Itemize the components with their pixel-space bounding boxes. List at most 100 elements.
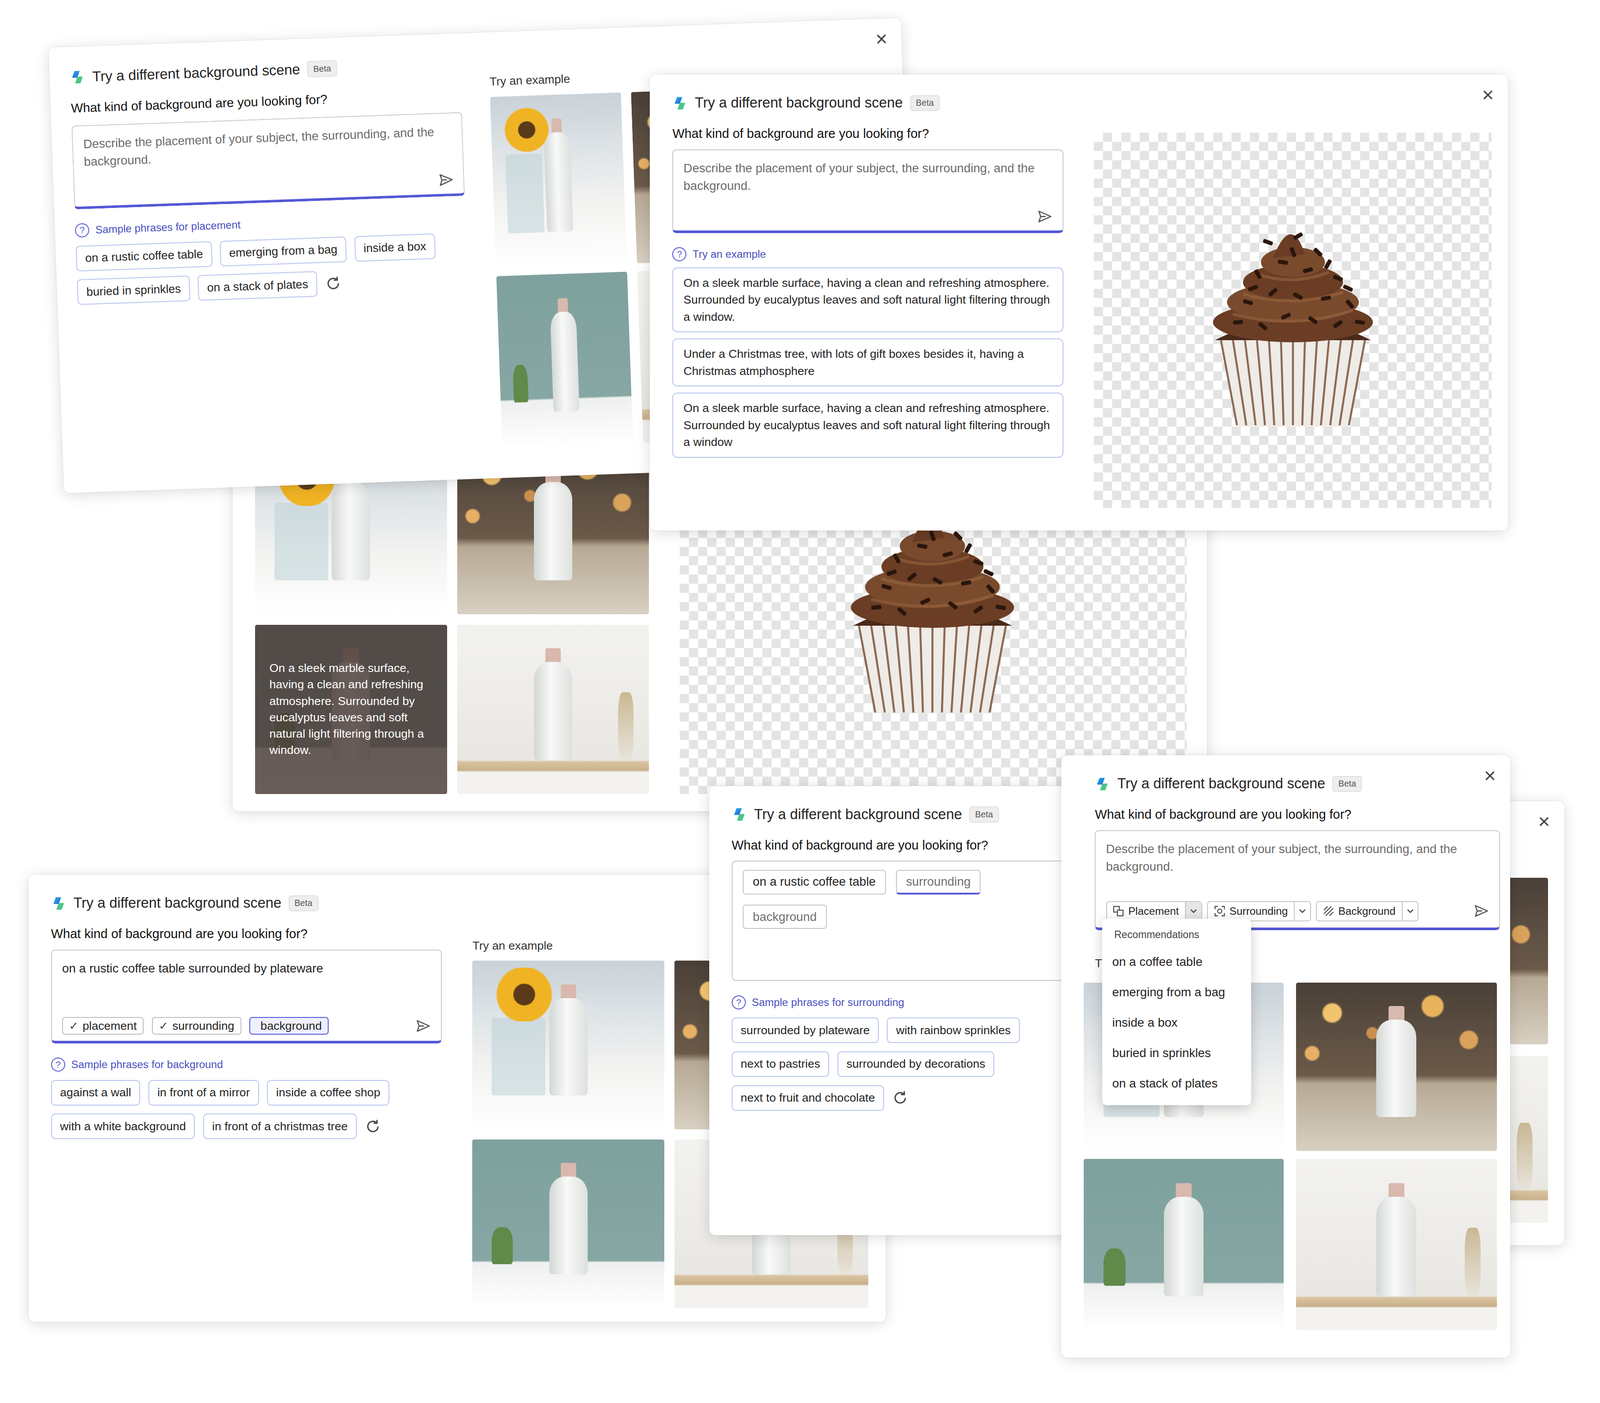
phrase-chip[interactable]: on a rustic coffee table: [75, 240, 213, 272]
prompt-tag[interactable]: ✓surrounding: [151, 1016, 242, 1035]
phrases-label: ?Sample phrases for placement: [75, 210, 467, 238]
chevron-down-icon[interactable]: [1293, 901, 1311, 921]
example-prompt[interactable]: Under a Christmas tree, with lots of gif…: [672, 338, 1063, 387]
tool-label[interactable]: Placement: [1107, 901, 1186, 921]
phrase-chip[interactable]: on a stack of plates: [197, 270, 318, 301]
slot-label: surrounding: [906, 874, 971, 889]
menu-item[interactable]: on a stack of plates: [1102, 1068, 1252, 1099]
recommendations-menu: Recommendationson a coffee tableemerging…: [1102, 918, 1252, 1105]
beta-badge: Beta: [307, 60, 338, 78]
left-column: Try a different background sceneBetaWhat…: [51, 892, 442, 1304]
tool-button[interactable]: Surrounding: [1207, 900, 1312, 922]
glass-shape: [491, 1017, 546, 1096]
cact-shape: [1103, 1248, 1126, 1286]
phrase-chip[interactable]: inside a box: [354, 233, 436, 262]
example-photo[interactable]: On a sleek marble surface, having a clea…: [255, 624, 447, 795]
close-button[interactable]: ×: [1484, 764, 1497, 787]
example-photo[interactable]: [496, 271, 634, 448]
phrase-chip[interactable]: surrounded by decorations: [837, 1051, 995, 1077]
tool-label[interactable]: Background: [1316, 901, 1402, 921]
phrase-chip[interactable]: against a wall: [51, 1079, 141, 1106]
close-button[interactable]: ×: [1537, 810, 1550, 833]
help-icon: ?: [731, 995, 746, 1010]
card-title: Try a different background scene: [92, 61, 301, 85]
question: What kind of background are you looking …: [51, 926, 442, 941]
example-photo[interactable]: [1083, 1158, 1284, 1330]
prompt-input[interactable]: [683, 159, 1053, 201]
slot-label: on a rustic coffee table: [752, 874, 876, 889]
bottle-shape: [533, 661, 573, 760]
beta-badge: Beta: [969, 806, 1000, 823]
cupcake-icon: [1192, 210, 1393, 430]
prompt-field[interactable]: Placement Surrounding Background: [1094, 829, 1500, 930]
card-title: Try a different background scene: [1117, 775, 1326, 792]
close-button[interactable]: ×: [1481, 83, 1494, 107]
prompt-slot[interactable]: surrounding: [896, 869, 981, 895]
example-prompt[interactable]: On a sleek marble surface, having a clea…: [672, 267, 1063, 333]
prompt-input[interactable]: [1106, 840, 1489, 882]
bottle-shape: [1163, 1196, 1204, 1297]
bottle-shape: [544, 131, 574, 233]
help-icon: ?: [672, 247, 687, 262]
example-photo[interactable]: [490, 92, 627, 269]
prompt-field[interactable]: [672, 149, 1063, 234]
prompt-slot[interactable]: on a rustic coffee table: [742, 869, 886, 895]
tool-button[interactable]: Placement: [1106, 900, 1203, 922]
phrase-chip[interactable]: surrounded by plateware: [731, 1017, 879, 1043]
label-text: Sample phrases for background: [70, 1058, 223, 1071]
question: What kind of background are you looking …: [672, 126, 1063, 141]
example-photo[interactable]: [472, 1139, 664, 1308]
tag-label: background: [260, 1018, 322, 1033]
phrase-chip[interactable]: emerging from a bag: [219, 236, 348, 267]
refresh-icon[interactable]: [892, 1089, 909, 1106]
close-button[interactable]: ×: [875, 27, 889, 51]
phrase-chip[interactable]: with rainbow sprinkles: [886, 1017, 1020, 1043]
menu-item[interactable]: emerging from a bag: [1102, 977, 1252, 1008]
example-grid: On a sleek marble surface, having a clea…: [255, 444, 649, 794]
phrase-chip[interactable]: buried in sprinkles: [77, 275, 191, 306]
phrase-chip[interactable]: in front of a christmas tree: [203, 1113, 357, 1139]
phrase-chip[interactable]: with a white background: [51, 1113, 196, 1139]
menu-item[interactable]: on a coffee table: [1102, 946, 1252, 978]
example-photo[interactable]: [472, 960, 664, 1129]
phrase-chips: on a rustic coffee tableemerging from a …: [75, 232, 469, 306]
phrase-chip[interactable]: next to pastries: [731, 1051, 830, 1077]
prompt-field[interactable]: on a rustic coffee table surrounded by p…: [51, 949, 442, 1044]
phrase-chip[interactable]: next to fruit and chocolate: [731, 1085, 885, 1111]
glass-shape: [274, 502, 329, 581]
help-icon: ?: [51, 1057, 66, 1072]
phrase-chip[interactable]: inside a coffee shop: [266, 1079, 389, 1106]
tool-label[interactable]: Surrounding: [1207, 901, 1294, 921]
beta-badge: Beta: [288, 895, 319, 912]
example-photo[interactable]: [1296, 982, 1497, 1151]
glass-shape: [505, 153, 545, 234]
refresh-icon[interactable]: [325, 274, 342, 292]
question: What kind of background are you looking …: [70, 87, 463, 116]
chevron-down-icon[interactable]: [1401, 901, 1419, 921]
prompt-field[interactable]: [71, 111, 466, 210]
refresh-icon[interactable]: [364, 1118, 382, 1135]
tool-button[interactable]: Background: [1315, 900, 1419, 922]
prompt-input[interactable]: [83, 122, 454, 177]
send-icon[interactable]: [415, 1018, 431, 1034]
menu-item[interactable]: inside a box: [1102, 1007, 1252, 1038]
chevron-down-icon[interactable]: [1185, 901, 1202, 921]
send-icon[interactable]: [1037, 208, 1053, 225]
menu-item[interactable]: buried in sprinkles: [1102, 1037, 1252, 1069]
copilot-icon: [672, 95, 688, 112]
prompt-tag[interactable]: background: [249, 1016, 329, 1035]
surrounding-icon: [1214, 905, 1226, 917]
example-photo[interactable]: [457, 624, 649, 795]
prompt-tag[interactable]: ✓placement: [62, 1016, 144, 1035]
prompt-value[interactable]: on a rustic coffee table surrounded by p…: [62, 959, 431, 978]
example-photo[interactable]: [1296, 1158, 1497, 1330]
tool-text: Background: [1338, 904, 1396, 918]
field-actions: [85, 172, 455, 201]
send-icon[interactable]: [437, 172, 454, 189]
phrase-chip[interactable]: in front of a mirror: [148, 1079, 260, 1106]
send-icon[interactable]: [1473, 903, 1489, 919]
bottle-shape: [1388, 1005, 1405, 1021]
prompt-slot[interactable]: background: [742, 904, 827, 929]
left-column: Try a different background scene Beta What…: [69, 53, 475, 473]
example-prompt[interactable]: On a sleek marble surface, having a clea…: [672, 392, 1063, 458]
